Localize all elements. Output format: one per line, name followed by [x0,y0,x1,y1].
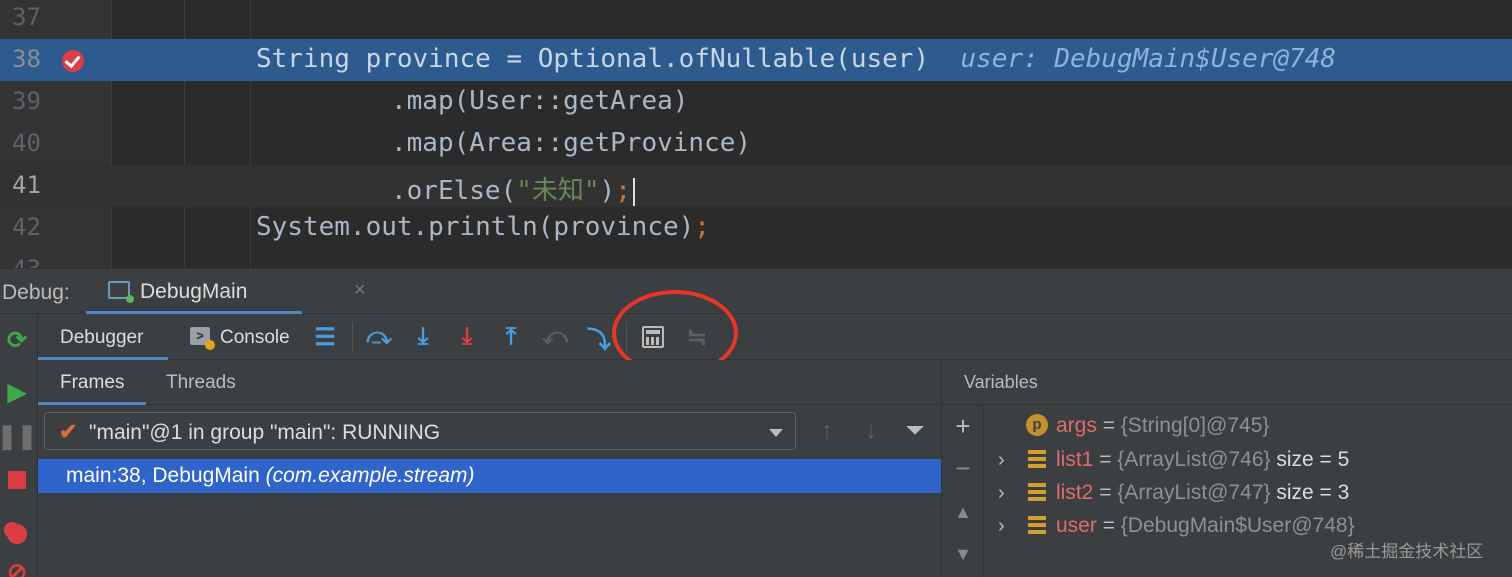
frames-tab-bar: Frames Threads [38,360,942,405]
variable-text: list1 = {ArrayList@746} size = 5 [1056,448,1350,471]
watermark-text: @稀土掘金技术社区 [1330,542,1484,561]
mute-breakpoints-icon[interactable]: ⊘ [3,558,31,577]
code-line-39[interactable]: 39 .map(User::getArea) [0,81,1512,123]
field-icon [1028,516,1046,534]
variable-text: args = {String[0]@745} [1056,414,1270,437]
code-text: .map(User::getArea) [391,86,689,116]
chevron-down-icon [769,429,783,437]
tab-console[interactable]: > Console [184,314,324,360]
tab-label: Console [220,327,290,348]
stop-icon[interactable] [3,466,31,494]
variable-text: user = {DebugMain$User@748} [1056,514,1355,537]
tab-label: Frames [60,372,125,393]
chevron-right-icon[interactable]: › [998,515,1005,538]
line-number: 41 [12,171,41,199]
move-down-icon[interactable]: ▼ [950,541,976,567]
step-into-icon[interactable]: ⤓ [408,322,438,352]
line-number: 38 [12,45,41,73]
debug-side-toolbar: ⟳ ▶ ❚❚ ⊘ [0,314,38,577]
show-execution-point-icon[interactable]: ☰ [310,322,340,352]
chevron-right-icon[interactable]: › [998,482,1005,505]
tab-label: Debugger [60,327,144,348]
tab-frames[interactable]: Frames [38,360,146,405]
thread-selected-value: "main"@1 in group "main": RUNNING [89,421,441,444]
tab-label: Threads [166,372,236,393]
line-number: 39 [12,87,41,115]
tab-debugmain[interactable]: DebugMain × [86,269,366,314]
move-up-icon[interactable]: ▲ [950,499,976,525]
text-caret [632,177,635,206]
tab-label: DebugMain [140,280,248,303]
line-number: 42 [12,213,41,241]
pause-program-icon[interactable]: ❚❚ [0,422,37,450]
resume-program-icon[interactable]: ▶ [3,378,31,406]
stack-frame-row-selected[interactable]: main:38, DebugMain (com.example.stream) [38,459,941,493]
toolbar-separator [352,322,353,352]
variable-row-list1[interactable]: › list1 = {ArrayList@746} size = 5 [984,443,1512,477]
code-line-40[interactable]: 40 .map(Area::getProvince) [0,123,1512,165]
toolbar-separator [626,322,627,352]
variables-title: Variables [964,372,1038,392]
debugger-toolbar: Debugger > Console ☰ ⤼ ⤓ ⤓ ⤒ ⤺ ⤵ ≒ [38,290,1512,376]
tab-threads[interactable]: Threads [148,360,268,405]
inline-debug-value: user: DebugMain$User@748 [960,44,1337,74]
thread-selector-dropdown[interactable]: ✔ "main"@1 in group "main": RUNNING [44,412,796,450]
rerun-icon[interactable]: ⟳ [3,326,31,354]
debug-tool-window-header: Debug: DebugMain × [0,268,1512,314]
line-number: 37 [12,3,41,31]
code-line-37[interactable]: 37 [0,0,1512,39]
thread-running-check-icon: ✔ [59,419,78,444]
variable-row-list2[interactable]: › list2 = {ArrayList@747} size = 3 [984,476,1512,510]
code-editor[interactable]: 37 38 String province = Optional.ofNulla… [0,0,1512,268]
step-out-icon[interactable]: ⤒ [496,322,526,352]
parameter-icon: p [1026,414,1048,436]
breakpoint-icon[interactable] [62,50,84,72]
code-text: System.out.println(province); [256,212,710,242]
variables-header: Variables [942,360,1512,405]
evaluate-expression-button[interactable] [638,322,668,352]
variable-row-args[interactable]: p args = {String[0]@745} [984,409,1512,443]
field-icon [1028,450,1046,468]
remove-watch-icon[interactable]: − [950,453,976,483]
code-line-43[interactable]: 43 [0,249,1512,268]
chevron-right-icon[interactable]: › [998,449,1005,472]
debug-label: Debug: [2,281,70,304]
field-icon [1028,483,1046,501]
code-line-41-current[interactable]: 41 .orElse("未知"); [0,165,1512,207]
trace-current-stream-chain-icon[interactable]: ≒ [682,322,712,352]
code-line-42[interactable]: 42 System.out.println(province); [0,207,1512,249]
force-step-into-icon[interactable]: ⤓ [452,322,482,352]
console-icon: > [190,327,215,350]
line-number: 40 [12,129,41,157]
frame-text: main:38, DebugMain (com.example.stream) [66,464,475,487]
view-breakpoints-icon[interactable] [3,520,31,548]
code-line-38-execution-point[interactable]: 38 String province = Optional.ofNullable… [0,39,1512,81]
tab-debugger[interactable]: Debugger [38,314,168,360]
run-config-icon [108,281,134,303]
filter-icon[interactable]: ⏷ [900,416,930,446]
next-frame-icon[interactable]: ↓ [856,416,886,446]
close-tab-icon[interactable]: × [354,279,366,302]
calculator-icon [642,326,664,348]
add-watch-icon[interactable]: + [950,411,976,441]
code-text: String province = Optional.ofNullable(us… [256,44,1337,74]
run-to-cursor-icon[interactable]: ⤵ [584,322,614,354]
drop-frame-icon[interactable]: ⤺ [540,322,570,352]
frames-panel: Frames Threads ✔ "main"@1 in group "main… [38,360,942,577]
code-text: .orElse("未知"); [391,170,635,207]
previous-frame-icon[interactable]: ↑ [812,416,842,446]
variables-side-toolbar: + − ▲ ▼ [942,405,984,577]
line-number: 43 [12,255,52,268]
variable-text: list2 = {ArrayList@747} size = 3 [1056,481,1350,504]
step-over-icon[interactable]: ⤼ [364,322,394,352]
code-text: .map(Area::getProvince) [391,128,752,158]
